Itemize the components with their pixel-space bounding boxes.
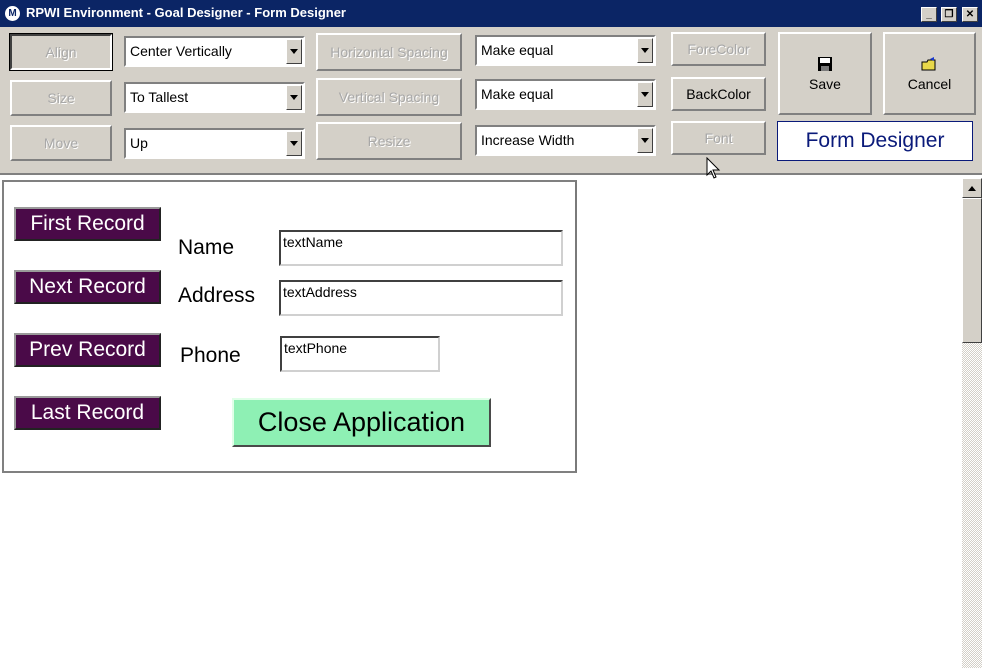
app-logo-icon: M [5, 6, 20, 21]
mouse-cursor-icon [706, 157, 721, 179]
save-button[interactable]: Save [778, 32, 872, 115]
name-field-value: textName [283, 234, 343, 250]
phone-field-value: textPhone [284, 340, 348, 356]
move-button[interactable]: Move [10, 125, 112, 161]
floppy-disk-icon [818, 56, 832, 71]
close-window-button[interactable]: ✕ [962, 7, 978, 22]
forecolor-button[interactable]: ForeColor [671, 32, 766, 66]
address-field[interactable]: textAddress [279, 280, 563, 316]
vertical-scrollbar[interactable] [962, 178, 982, 668]
last-record-button[interactable]: Last Record [14, 396, 161, 430]
designer-title: Form Designer [777, 121, 973, 161]
resize-dropdown-arrow-icon[interactable] [637, 128, 653, 153]
title-bar: M RPWI Environment - Goal Designer - For… [0, 0, 982, 27]
resize-select-value: Increase Width [481, 132, 575, 148]
cancel-button-label: Cancel [907, 75, 952, 92]
restore-button[interactable]: ❐ [941, 7, 957, 22]
font-button[interactable]: Font [671, 121, 766, 155]
size-dropdown-arrow-icon[interactable] [286, 85, 302, 110]
horizontal-spacing-select-value: Make equal [481, 42, 554, 58]
vertical-spacing-select[interactable]: Make equal [475, 79, 656, 110]
backcolor-button[interactable]: BackColor [671, 77, 766, 111]
align-button[interactable]: Align [9, 33, 113, 71]
align-dropdown-arrow-icon[interactable] [286, 39, 302, 64]
move-dropdown-arrow-icon[interactable] [286, 131, 302, 156]
move-select[interactable]: Up [124, 128, 305, 159]
align-select[interactable]: Center Vertically [124, 36, 305, 67]
cancel-button[interactable]: Cancel [883, 32, 976, 115]
prev-record-button[interactable]: Prev Record [14, 333, 161, 367]
address-label: Address [178, 284, 256, 307]
first-record-button[interactable]: First Record [14, 207, 161, 241]
resize-button[interactable]: Resize [316, 122, 462, 160]
name-label: Name [178, 236, 235, 259]
move-select-value: Up [130, 135, 148, 151]
horizontal-spacing-dropdown-arrow-icon[interactable] [637, 38, 653, 63]
address-field-value: textAddress [283, 284, 357, 300]
size-button[interactable]: Size [10, 80, 112, 116]
vertical-spacing-select-value: Make equal [481, 86, 554, 102]
minimize-button[interactable]: _ [921, 7, 937, 22]
vertical-spacing-dropdown-arrow-icon[interactable] [637, 82, 653, 107]
scroll-thumb[interactable] [962, 198, 982, 343]
next-record-button[interactable]: Next Record [14, 270, 161, 304]
scroll-up-arrow-icon[interactable] [962, 178, 982, 198]
save-button-label: Save [809, 75, 841, 92]
size-select-value: To Tallest [130, 89, 189, 105]
vertical-spacing-button[interactable]: Vertical Spacing [316, 78, 462, 116]
name-field[interactable]: textName [279, 230, 563, 266]
size-select[interactable]: To Tallest [124, 82, 305, 113]
phone-label: Phone [180, 344, 241, 367]
align-select-value: Center Vertically [130, 43, 232, 59]
close-application-button[interactable]: Close Application [232, 398, 491, 447]
folder-undo-icon [921, 56, 935, 70]
phone-field[interactable]: textPhone [280, 336, 440, 372]
resize-select[interactable]: Increase Width [475, 125, 656, 156]
horizontal-spacing-button[interactable]: Horizontal Spacing [316, 33, 462, 71]
horizontal-spacing-select[interactable]: Make equal [475, 35, 656, 66]
window-title: RPWI Environment - Goal Designer - Form … [26, 5, 346, 20]
